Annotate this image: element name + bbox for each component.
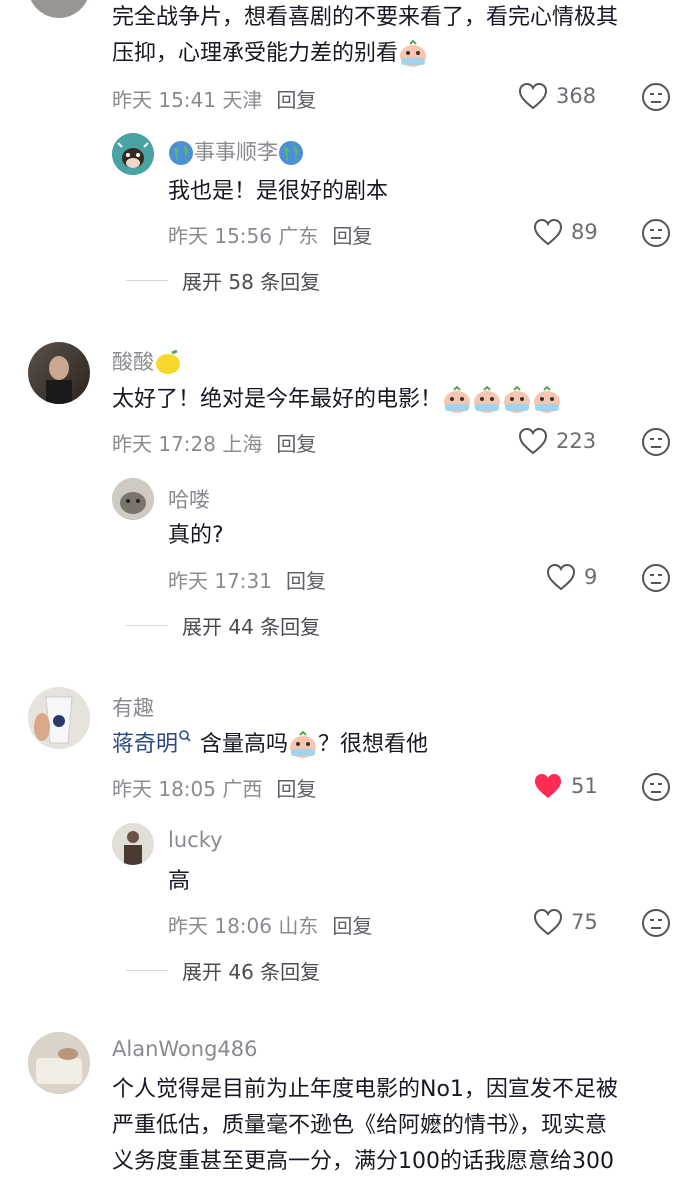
divider <box>126 280 168 281</box>
comment-text-line: 个人觉得是目前为止年度电影的No1，因宣发不足被 <box>112 1077 618 1102</box>
like-count: 51 <box>571 774 598 798</box>
person-photo-icon <box>112 823 154 865</box>
avatar[interactable] <box>112 823 154 865</box>
heart-icon <box>546 563 576 591</box>
comment-text: 完全战争片，想看喜剧的不要来看了，看完心情极其 压抑，心理承受能力差的别看 <box>112 0 618 72</box>
reply-text: 高 <box>168 869 191 894</box>
avatar[interactable] <box>112 133 154 175</box>
like-button[interactable]: 51 <box>533 772 598 800</box>
expand-replies-label: 展开 44 条回复 <box>182 615 321 639</box>
reply-meta: 昨天 17:31 回复 <box>168 565 326 594</box>
like-count: 223 <box>556 429 597 453</box>
dislike-face-icon[interactable] <box>641 908 671 938</box>
comment-text: 个人觉得是目前为止年度电影的No1，因宣发不足被 严重低估，质量毫不逊色《给阿嬷… <box>112 1072 618 1180</box>
reply-button[interactable]: 回复 <box>332 914 372 938</box>
reply-username[interactable]: 哈喽 <box>168 484 210 514</box>
comment-meta: 昨天 15:41 天津 回复 <box>112 84 316 113</box>
avatar[interactable] <box>28 1032 90 1094</box>
crying-peach-emoji-icon <box>504 386 531 413</box>
reply-text: 真的? <box>168 523 224 548</box>
dislike-face-icon[interactable] <box>641 82 671 112</box>
crying-peach-emoji-icon <box>474 386 501 413</box>
heart-icon <box>533 218 563 246</box>
like-button[interactable]: 89 <box>533 218 598 246</box>
comment-username[interactable]: AlanWong486 <box>112 1037 257 1061</box>
comment-username[interactable]: 酸酸 <box>112 346 182 376</box>
comment-text-segment: 太好了！绝对是今年最好的电影！ <box>112 387 443 412</box>
reply-time-location: 昨天 15:56 广东 <box>168 224 319 248</box>
person-photo-icon <box>46 356 72 404</box>
dislike-face-icon[interactable] <box>641 772 671 802</box>
expand-replies-button[interactable]: 展开 58 条回复 <box>126 266 320 295</box>
like-count: 9 <box>584 565 598 589</box>
globe-emoji-icon <box>169 141 193 165</box>
avatar[interactable] <box>28 687 90 749</box>
dislike-face-icon[interactable] <box>641 427 671 457</box>
cow-avatar-icon <box>112 133 154 175</box>
comment-username-text: 酸酸 <box>112 350 154 374</box>
photo-icon <box>28 1032 90 1094</box>
comment-username[interactable]: 有趣 <box>112 692 154 722</box>
comment-time-location: 昨天 15:41 天津 <box>112 88 263 112</box>
reply-time-location: 昨天 18:06 山东 <box>168 914 319 938</box>
like-button[interactable]: 9 <box>546 563 597 591</box>
comment-text-segment: 含量高吗 <box>200 732 289 757</box>
crying-peach-emoji-icon <box>400 40 427 67</box>
comment-text: 太好了！绝对是今年最好的电影！ <box>112 382 562 418</box>
expand-replies-button[interactable]: 展开 44 条回复 <box>126 611 320 640</box>
comment-text-line: 完全战争片，想看喜剧的不要来看了，看完心情极其 <box>112 5 619 30</box>
crying-peach-emoji-icon <box>444 386 471 413</box>
divider <box>126 970 168 971</box>
cat-avatar-icon <box>112 478 154 520</box>
cup-photo-icon <box>28 687 90 749</box>
expand-replies-label: 展开 46 条回复 <box>182 960 321 984</box>
comment-meta: 昨天 18:05 广西 回复 <box>112 773 316 802</box>
heart-icon <box>533 908 563 936</box>
comment-text-segment: ？很想看他 <box>318 732 429 757</box>
reply-username[interactable]: lucky <box>168 828 223 852</box>
heart-icon <box>518 82 548 110</box>
reply-meta: 昨天 15:56 广东 回复 <box>168 220 372 249</box>
comment-text-line: 义务度重甚至更高一分，满分100的话我愿意给300 <box>112 1149 614 1174</box>
comment-time-location: 昨天 18:05 广西 <box>112 777 263 801</box>
reply-button[interactable]: 回复 <box>332 224 372 248</box>
divider <box>126 625 168 626</box>
comment-text: 蒋奇明 含量高吗 ？很想看他 <box>112 727 428 763</box>
reply-meta: 昨天 18:06 山东 回复 <box>168 910 372 939</box>
like-button[interactable]: 368 <box>518 82 596 110</box>
reply-button[interactable]: 回复 <box>286 569 326 593</box>
comment-text-segment: 压抑，心理承受能力差的别看 <box>112 41 399 66</box>
comment-time-location: 昨天 17:28 上海 <box>112 432 263 456</box>
expand-replies-button[interactable]: 展开 46 条回复 <box>126 956 320 985</box>
avatar[interactable] <box>112 478 154 520</box>
reply-username[interactable]: 事事顺李 <box>168 136 304 166</box>
crying-peach-emoji-icon <box>534 386 561 413</box>
search-icon[interactable] <box>178 729 192 743</box>
expand-replies-label: 展开 58 条回复 <box>182 270 321 294</box>
reply-username-text: 事事顺李 <box>194 140 278 164</box>
like-button[interactable]: 75 <box>533 908 598 936</box>
reply-button[interactable]: 回复 <box>276 777 316 801</box>
heart-filled-icon <box>535 774 561 798</box>
avatar[interactable] <box>28 0 90 18</box>
reply-button[interactable]: 回复 <box>276 432 316 456</box>
reply-time-location: 昨天 17:31 <box>168 569 272 593</box>
reply-button[interactable]: 回复 <box>276 88 316 112</box>
crying-peach-emoji-icon <box>290 731 317 758</box>
like-count: 368 <box>556 84 597 108</box>
reply-text: 我也是！是很好的剧本 <box>168 179 389 204</box>
comment-text-line: 压抑，心理承受能力差的别看 <box>112 36 618 72</box>
mention-link[interactable]: 蒋奇明 <box>112 732 178 757</box>
globe-emoji-icon <box>279 141 303 165</box>
lemon-emoji-icon <box>156 350 180 374</box>
like-count: 75 <box>571 910 598 934</box>
dislike-face-icon[interactable] <box>641 218 671 248</box>
heart-icon <box>518 427 548 455</box>
avatar[interactable] <box>28 342 90 404</box>
comment-text-line: 严重低估，质量毫不逊色《给阿嬷的情书》，现实意 <box>112 1113 608 1138</box>
like-button[interactable]: 223 <box>518 427 596 455</box>
comment-meta: 昨天 17:28 上海 回复 <box>112 428 316 457</box>
dislike-face-icon[interactable] <box>641 563 671 593</box>
like-count: 89 <box>571 220 598 244</box>
